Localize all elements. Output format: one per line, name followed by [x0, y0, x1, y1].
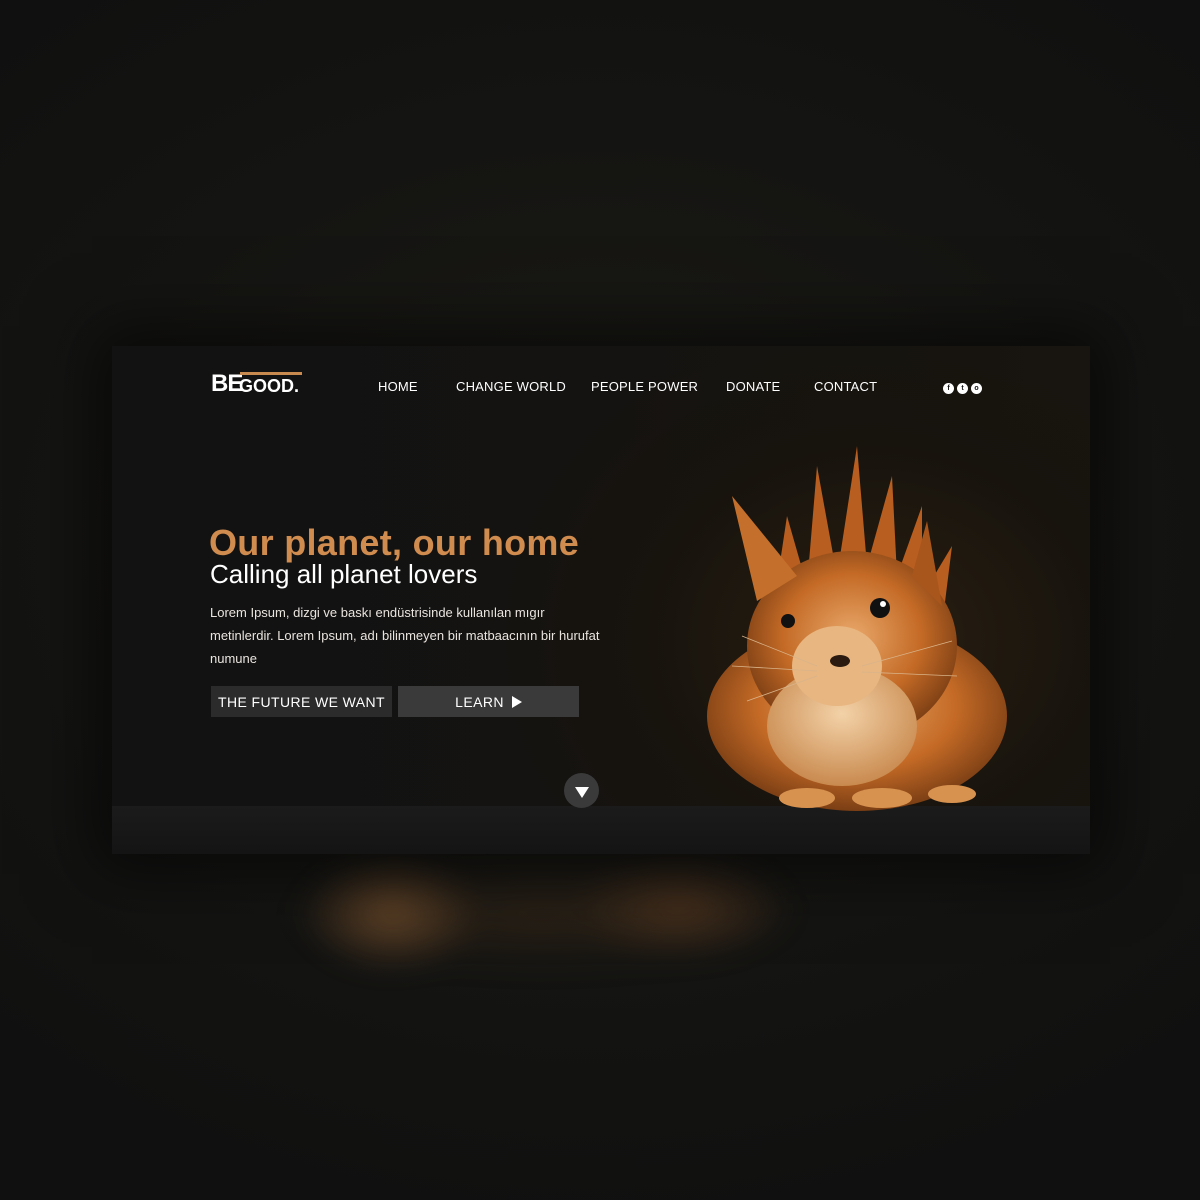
- squirrel-image: [707, 446, 1007, 811]
- hero-headline: Our planet, our home: [209, 522, 580, 563]
- nav-item-donate[interactable]: DONATE: [726, 379, 780, 394]
- arrow-down-icon: [574, 786, 589, 798]
- card-reflection: [290, 855, 850, 985]
- learn-button[interactable]: LEARN: [398, 686, 579, 717]
- landing-page-card: BE GOOD. HOME CHANGE WORLD PEOPLE POWER …: [112, 346, 1090, 854]
- nav-item-change-world[interactable]: CHANGE WORLD: [456, 379, 566, 394]
- facebook-icon[interactable]: f: [943, 383, 954, 394]
- scroll-down-button[interactable]: [564, 773, 599, 808]
- play-icon: [511, 695, 522, 708]
- hero-body-text: Lorem Ipsum, dizgi ve baskı endüstrisind…: [210, 605, 600, 666]
- logo-be: BE: [211, 370, 243, 397]
- instagram-icon[interactable]: o: [971, 383, 982, 394]
- future-we-want-button[interactable]: THE FUTURE WE WANT: [211, 686, 392, 717]
- future-we-want-label: THE FUTURE WE WANT: [218, 693, 385, 710]
- nav-item-home[interactable]: HOME: [378, 379, 418, 394]
- hero-subheadline: Calling all planet lovers: [210, 559, 478, 589]
- begood-logo[interactable]: BE GOOD.: [211, 370, 307, 402]
- social-links: f t o: [943, 383, 982, 394]
- nav-item-people-power[interactable]: PEOPLE POWER: [591, 379, 698, 394]
- nav-item-contact[interactable]: CONTACT: [814, 379, 877, 394]
- learn-label: LEARN: [455, 693, 504, 710]
- twitter-icon[interactable]: t: [957, 383, 968, 394]
- logo-accent-bar: [240, 372, 302, 375]
- logo-good: GOOD.: [239, 376, 300, 396]
